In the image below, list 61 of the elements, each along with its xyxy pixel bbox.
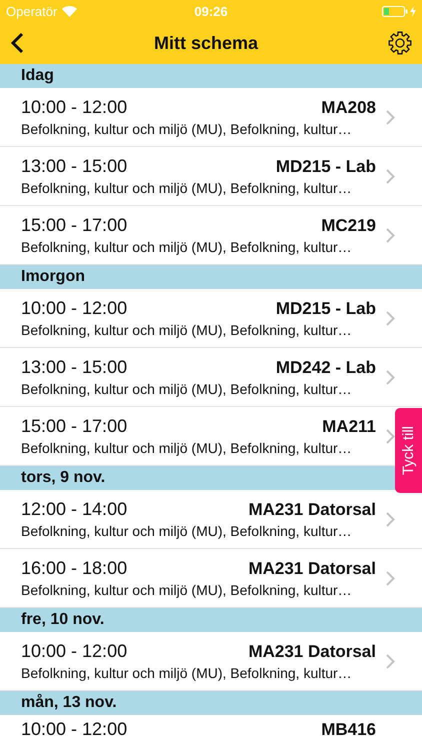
room-label: MB416 (321, 720, 376, 740)
time-range: 13:00 - 15:00 (21, 156, 128, 177)
schedule-row[interactable]: 16:00 - 18:00 MA231 Datorsal Befolkning, kultur och miljö (MU), Befolkning, kultur… (0, 549, 396, 607)
room-label: MD215 - Lab (276, 157, 376, 177)
time-range: 15:00 - 17:00 (21, 416, 128, 437)
feedback-tab[interactable]: Tyck till (395, 408, 422, 493)
schedule-row[interactable]: 12:00 - 14:00 MA231 Datorsal Befolkning, kultur och miljö (MU), Befolkning, kultur… (0, 490, 396, 548)
screen-title: Mitt schema (154, 32, 258, 54)
course-description: Befolkning, kultur och miljö (MU), Befolkning, kultur… (21, 239, 353, 255)
chevron-icon (386, 654, 395, 668)
course-description: Befolkning, kultur och miljö (MU), Befolkning, kultur… (21, 665, 353, 681)
chevron-icon (386, 110, 395, 124)
back-icon[interactable] (10, 32, 24, 54)
time-range: 10:00 - 12:00 (21, 719, 128, 740)
section-header: Idag (0, 64, 422, 88)
time-range: 10:00 - 12:00 (21, 298, 128, 319)
schedule-row[interactable]: 13:00 - 15:00 MD215 - Lab Befolkning, kultur och miljö (MU), Befolkning, kultur… (0, 147, 396, 205)
section-header: Imorgon (0, 265, 422, 289)
chevron-icon (386, 570, 395, 586)
chevron-icon (386, 228, 395, 242)
schedule-row[interactable]: 15:00 - 17:00 MC219 Befolkning, kultur och miljö (MU), Befolkning, kultur… (0, 206, 396, 264)
course-description: Befolkning, kultur och miljö (MU), Befolkning, kultur… (21, 523, 353, 539)
section-header: mån, 13 nov. (0, 691, 422, 715)
room-label: MD242 - Lab (276, 358, 376, 378)
battery-icon (382, 6, 408, 16)
time-range: 12:00 - 14:00 (21, 499, 128, 520)
course-description: Befolkning, kultur och miljö (MU), Befolkning, kultur… (21, 440, 353, 456)
course-description: Befolkning, kultur och miljö (MU), Befolkning, kultur… (21, 322, 353, 338)
section-header: fre, 10 nov. (0, 608, 422, 632)
wifi-icon (62, 6, 78, 16)
room-label: MA211 (322, 417, 376, 437)
schedule-row[interactable]: 10:00 - 12:00 MA231 Datorsal Befolkning, kultur och miljö (MU), Befolkning, kultur… (0, 632, 396, 690)
chevron-icon (386, 310, 395, 326)
schedule-row[interactable]: 10:00 - 12:00 MB416 (0, 715, 396, 750)
room-label: MA231 Datorsal (248, 500, 376, 520)
schedule-row[interactable]: 13:00 - 15:00 MD242 - Lab Befolkning, kultur och miljö (MU), Befolkning, kultur… (0, 348, 396, 406)
time-range: 16:00 - 18:00 (21, 558, 128, 579)
course-description: Befolkning, kultur och miljö (MU), Befolkning, kultur… (21, 381, 353, 397)
room-label: MC219 (321, 216, 376, 236)
time-range: 10:00 - 12:00 (21, 641, 128, 662)
carrier-label: Operatör (6, 4, 58, 18)
schedule-row[interactable]: 10:00 - 12:00 MD215 - Lab Befolkning, kultur och miljö (MU), Befolkning, kultur… (0, 289, 396, 347)
settings-icon[interactable] (388, 31, 412, 55)
chevron-icon (386, 168, 395, 184)
time-range: 13:00 - 15:00 (21, 357, 128, 378)
room-label: MA208 (321, 98, 376, 118)
room-label: MA231 Datorsal (248, 559, 376, 579)
course-description: Befolkning, kultur och miljö (MU), Befolkning, kultur… (21, 180, 353, 196)
room-label: MD215 - Lab (276, 299, 376, 319)
room-label: MA231 Datorsal (248, 642, 376, 662)
schedule-row[interactable]: 15:00 - 17:00 MA211 Befolkning, kultur och miljö (MU), Befolkning, kultur… (0, 407, 396, 465)
time-range: 10:00 - 12:00 (21, 97, 128, 118)
charging-bolt-icon (410, 6, 416, 16)
chevron-icon (386, 428, 395, 444)
time-range: 15:00 - 17:00 (21, 215, 128, 236)
schedule-row[interactable]: 10:00 - 12:00 MA208 Befolkning, kultur och miljö (MU), Befolkning, kultur… (0, 88, 396, 146)
status-time: 09:26 (194, 4, 228, 18)
course-description: Befolkning, kultur och miljö (MU), Befolkning, kultur… (21, 121, 353, 137)
chevron-icon (386, 512, 395, 526)
course-description: Befolkning, kultur och miljö (MU), Befolkning, kultur… (21, 582, 353, 598)
chevron-icon (386, 370, 395, 384)
